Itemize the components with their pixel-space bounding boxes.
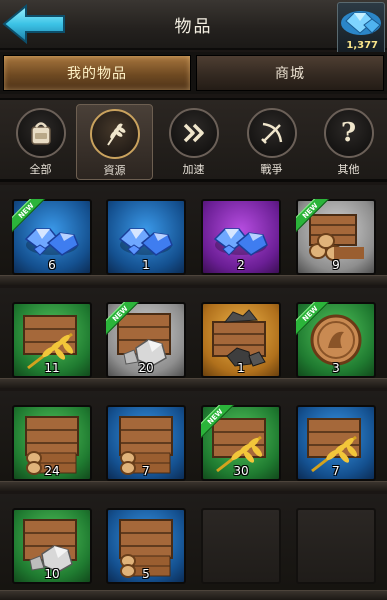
- tab-my-items[interactable]: 我的物品: [3, 55, 191, 91]
- top-bar: 物品 1,377: [0, 0, 387, 56]
- new-badge: NEW: [12, 199, 46, 233]
- new-badge-label: NEW: [296, 302, 330, 336]
- tab-bar: 我的物品 商城: [0, 52, 387, 94]
- new-badge-label: NEW: [12, 199, 46, 233]
- category-resources[interactable]: 資源: [76, 104, 153, 180]
- item-slot[interactable]: 2: [201, 199, 281, 275]
- item-quantity: 3: [332, 361, 340, 375]
- new-badge: NEW: [296, 302, 330, 336]
- backpack-icon: [15, 108, 66, 158]
- item-slot[interactable]: 5: [106, 508, 186, 584]
- item-quantity: 9: [332, 258, 340, 272]
- item-slot[interactable]: 1: [201, 302, 281, 378]
- item-quantity: 1: [142, 258, 150, 272]
- empty-slot: [296, 508, 376, 584]
- item-slot[interactable]: 10: [12, 508, 92, 584]
- item-quantity: 5: [142, 567, 150, 581]
- new-badge: NEW: [201, 405, 235, 439]
- item-slot[interactable]: NEW 30: [201, 405, 281, 481]
- category-filter-row: 全部 資源 加速 戰爭 ? 其他: [0, 98, 387, 182]
- item-slot[interactable]: NEW 9: [296, 199, 376, 275]
- gem-icon: [341, 11, 381, 35]
- page-title: 物品: [174, 17, 213, 37]
- category-label: 其他: [337, 163, 360, 176]
- item-quantity: 20: [138, 361, 154, 375]
- item-quantity: 10: [44, 567, 60, 581]
- item-slot[interactable]: 7: [106, 405, 186, 481]
- gem-balance[interactable]: 1,377: [337, 2, 385, 56]
- new-badge-label: NEW: [296, 199, 330, 233]
- new-badge: NEW: [296, 199, 330, 233]
- item-quantity: 6: [48, 258, 56, 272]
- tab-shop[interactable]: 商城: [196, 55, 384, 91]
- item-quantity: 2: [237, 258, 245, 272]
- item-grid: NEW 6 1 2 NEW 9 11 NEW 20 1 NEW 3 24 7 NEW 30 7 10 5: [0, 185, 387, 600]
- item-quantity: 11: [44, 361, 60, 375]
- item-slot[interactable]: 24: [12, 405, 92, 481]
- fast-forward-icon: [168, 108, 219, 158]
- item-quantity: 1: [237, 361, 245, 375]
- item-quantity: 7: [142, 464, 150, 478]
- category-label: 加速: [182, 163, 205, 176]
- new-badge-label: NEW: [106, 302, 140, 336]
- category-war[interactable]: 戰爭: [233, 104, 310, 180]
- wheat-icon: [89, 109, 140, 159]
- item-quantity: 24: [44, 464, 60, 478]
- crossed-swords-icon: [246, 108, 297, 158]
- item-slot[interactable]: NEW 20: [106, 302, 186, 378]
- item-slot[interactable]: NEW 3: [296, 302, 376, 378]
- gem-count: 1,377: [346, 40, 378, 51]
- category-label: 戰爭: [260, 163, 283, 176]
- new-badge-label: NEW: [201, 405, 235, 439]
- item-quantity: 7: [332, 464, 340, 478]
- item-quantity: 30: [233, 464, 249, 478]
- question-mark-icon: ?: [323, 108, 374, 158]
- category-label: 資源: [103, 164, 126, 177]
- category-speedup[interactable]: 加速: [155, 104, 232, 180]
- category-all[interactable]: 全部: [2, 104, 79, 180]
- item-slot[interactable]: 1: [106, 199, 186, 275]
- item-slot[interactable]: 7: [296, 405, 376, 481]
- item-slot[interactable]: NEW 6: [12, 199, 92, 275]
- category-other[interactable]: ? 其他: [310, 104, 387, 180]
- new-badge: NEW: [106, 302, 140, 336]
- category-label: 全部: [29, 163, 52, 176]
- item-slot[interactable]: 11: [12, 302, 92, 378]
- empty-slot: [201, 508, 281, 584]
